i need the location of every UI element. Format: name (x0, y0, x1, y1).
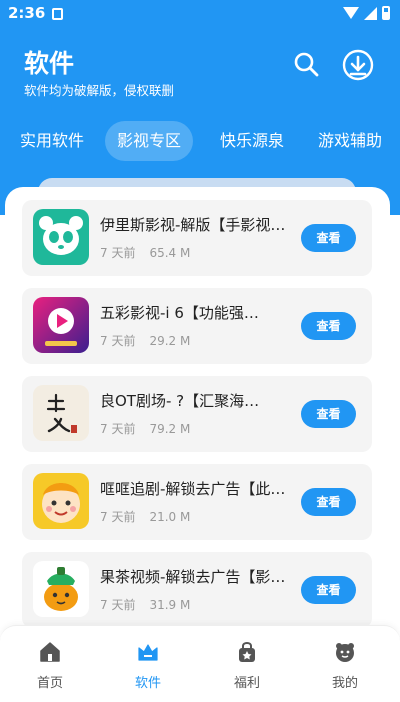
screen: 2:36 软件 软件均为破解版，侵权联删 实用软件 影视专区 快乐源泉 游戏辅助 (0, 0, 400, 702)
tab-fun[interactable]: 快乐源泉 (208, 121, 296, 161)
bottom-nav: 首页 软件 福利 我的 (0, 625, 400, 702)
view-button[interactable]: 查看 (301, 312, 356, 340)
nav-software[interactable]: 软件 (113, 640, 183, 691)
download-button[interactable] (341, 48, 375, 82)
app-title: 五彩影视-i 6【功能强… (100, 304, 259, 322)
app-size: 21.0 M (149, 510, 191, 524)
nav-welfare[interactable]: 福利 (212, 640, 282, 691)
nav-profile-label: 我的 (331, 676, 358, 691)
app-size: 65.4 M (149, 246, 191, 260)
category-tabs: 实用软件 影视专区 快乐源泉 游戏辅助 (0, 121, 400, 161)
app-size: 29.2 M (149, 334, 191, 348)
view-button[interactable]: 查看 (301, 224, 356, 252)
crown-icon (138, 644, 158, 661)
tab-utility-apps[interactable]: 实用软件 (12, 121, 92, 161)
page-subtitle: 软件均为破解版，侵权联删 (24, 83, 175, 98)
app-size: 31.9 M (149, 598, 191, 612)
app-title: 伊里斯影视-解版【手影视… (100, 216, 286, 234)
status-bar: 2:36 (0, 0, 400, 28)
notification-icon (52, 8, 63, 20)
app-card[interactable]: 伊里斯影视-解版【手影视… 7 天前 65.4 M 查看 (22, 200, 372, 276)
view-button[interactable]: 查看 (301, 576, 356, 604)
status-time: 2:36 (8, 4, 46, 22)
app-updated: 7 天前 (100, 334, 136, 348)
app-meta: 7 天前 31.9 M (100, 596, 190, 613)
nav-profile[interactable]: 我的 (310, 640, 380, 691)
play-icon (33, 297, 89, 353)
fruit-tea-icon (33, 561, 89, 617)
view-button[interactable]: 查看 (301, 400, 356, 428)
download-icon (342, 49, 374, 81)
app-updated: 7 天前 (100, 246, 136, 260)
app-title: 良OT剧场- ?【汇聚海… (100, 392, 260, 410)
app-meta: 7 天前 21.0 M (100, 508, 190, 525)
app-size: 79.2 M (149, 422, 191, 436)
view-button[interactable]: 查看 (301, 488, 356, 516)
wifi-icon (343, 7, 359, 19)
page-title: 软件 (24, 49, 75, 78)
app-meta: 7 天前 65.4 M (100, 244, 190, 261)
cartoon-face-icon (33, 473, 89, 529)
app-meta: 7 天前 29.2 M (100, 332, 190, 349)
app-title: 果茶视频-解锁去广告【影… (100, 568, 286, 586)
calligraphy-icon (33, 385, 89, 441)
app-card[interactable]: 哐哐追剧-解锁去广告【此… 7 天前 21.0 M 查看 (22, 464, 372, 540)
status-icons (343, 6, 390, 20)
app-meta: 7 天前 79.2 M (100, 420, 190, 437)
gift-bag-icon (239, 642, 255, 662)
tab-game-tools[interactable]: 游戏辅助 (306, 121, 394, 161)
search-button[interactable] (290, 48, 324, 82)
app-updated: 7 天前 (100, 422, 136, 436)
app-updated: 7 天前 (100, 598, 136, 612)
nav-software-label: 软件 (134, 676, 161, 691)
app-title: 哐哐追剧-解锁去广告【此… (100, 480, 286, 498)
app-updated: 7 天前 (100, 510, 136, 524)
nav-welfare-label: 福利 (233, 676, 260, 691)
profile-icon (336, 643, 354, 662)
battery-icon (382, 6, 390, 20)
app-card[interactable]: 果茶视频-解锁去广告【影… 7 天前 31.9 M 查看 (22, 552, 372, 628)
panda-icon (33, 209, 89, 265)
nav-home-label: 首页 (36, 676, 63, 691)
tab-video-zone[interactable]: 影视专区 (105, 121, 193, 161)
home-icon (40, 642, 60, 662)
app-card[interactable]: 良OT剧场- ?【汇聚海… 7 天前 79.2 M 查看 (22, 376, 372, 452)
app-card[interactable]: 五彩影视-i 6【功能强… 7 天前 29.2 M 查看 (22, 288, 372, 364)
nav-home[interactable]: 首页 (15, 640, 85, 691)
signal-icon (364, 6, 377, 20)
search-icon (294, 52, 319, 77)
